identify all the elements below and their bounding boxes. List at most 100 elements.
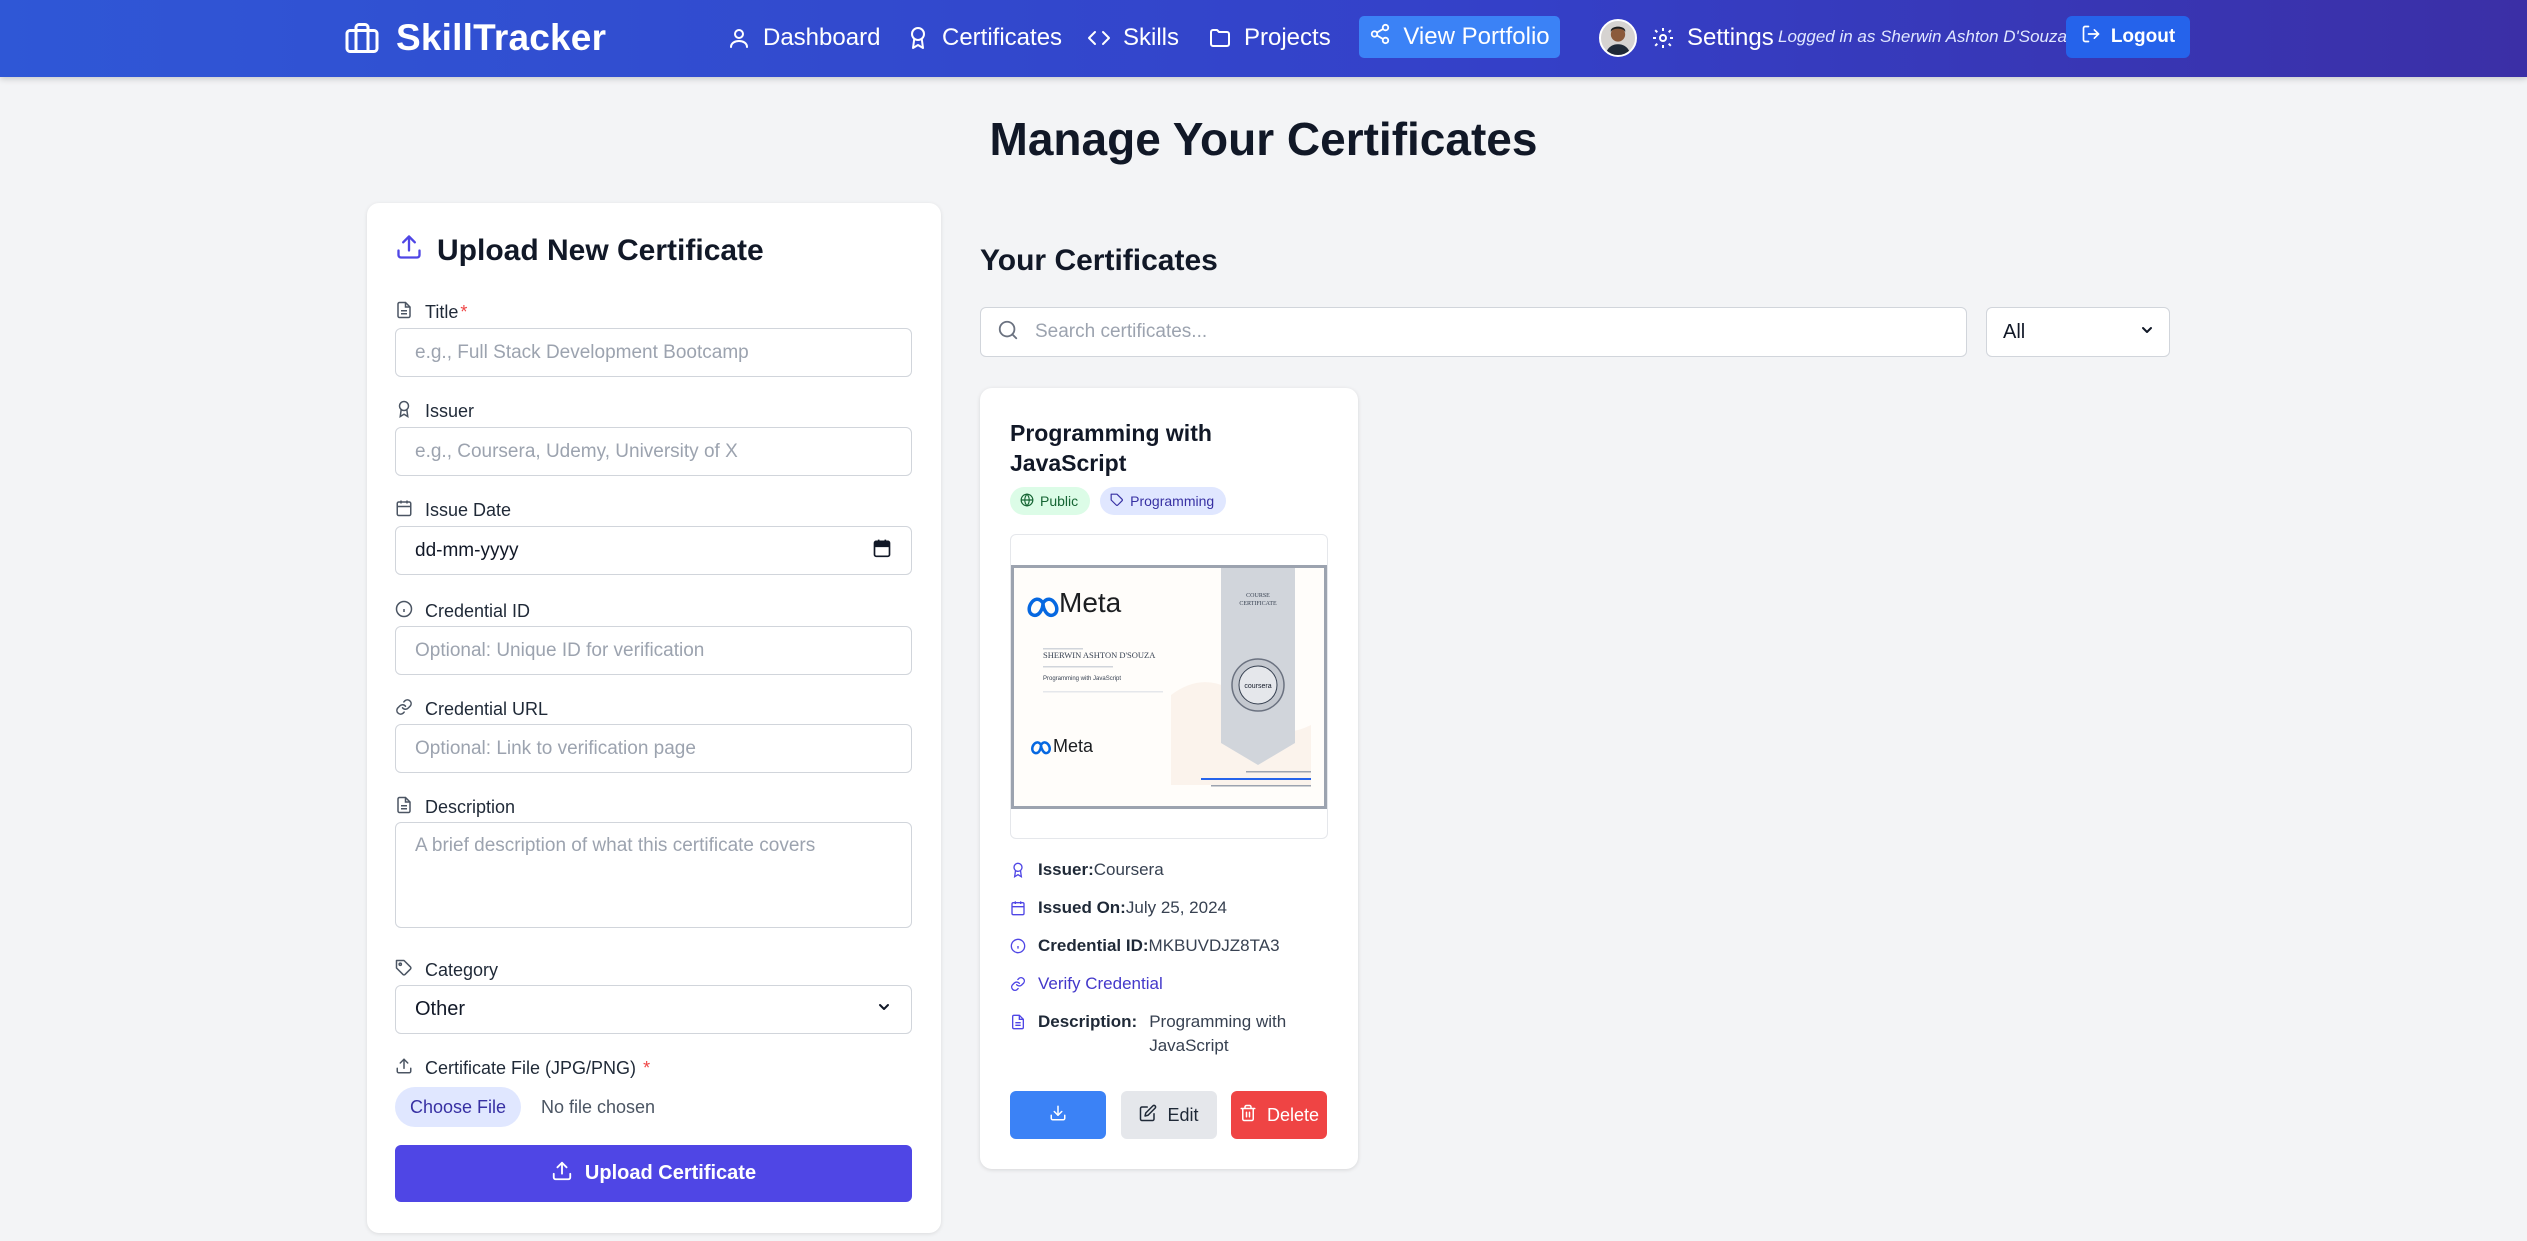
credential-url-label: Credential URL	[395, 698, 548, 721]
nav-dashboard[interactable]: Dashboard	[727, 20, 880, 56]
calendar-icon	[1010, 896, 1026, 923]
gear-icon	[1651, 26, 1675, 50]
certificate-image: COURSE CERTIFICATE coursera Meta SHERWIN…	[1011, 564, 1327, 809]
nav-dashboard-label: Dashboard	[763, 24, 881, 51]
nav-skills[interactable]: Skills	[1087, 20, 1179, 56]
description-value: Programming with JavaScript	[1149, 1012, 1287, 1055]
visibility-filter-select[interactable]: All	[1986, 307, 2170, 357]
category-label: Category	[395, 959, 498, 982]
issue-date-label: Issue Date	[395, 499, 511, 522]
search-icon	[997, 319, 1019, 346]
title-input[interactable]	[395, 328, 912, 377]
logged-in-user: Logged in as Sherwin Ashton D'Souza	[1778, 27, 2067, 46]
issue-date-input[interactable]: dd-mm-yyyy	[395, 526, 912, 575]
certificate-file-label: Certificate File (JPG/PNG) *	[395, 1057, 650, 1080]
issuer-input[interactable]	[395, 427, 912, 476]
page-title: Manage Your Certificates	[989, 113, 1538, 165]
file-text-icon	[395, 301, 413, 324]
verify-credential-link[interactable]: Verify Credential	[1010, 972, 1163, 999]
info-icon	[395, 600, 413, 623]
upload-icon	[395, 233, 423, 269]
view-portfolio-button[interactable]: View Portfolio	[1359, 16, 1560, 58]
avatar[interactable]	[1599, 19, 1637, 57]
credential-id-value: MKBUVDJZ8TA3	[1148, 936, 1280, 955]
briefcase-icon	[344, 20, 380, 56]
credential-id-label: Credential ID	[395, 600, 530, 623]
upload-icon	[395, 1057, 413, 1080]
cert-badge-line2: CERTIFICATE	[1239, 601, 1277, 607]
logout-label: Logout	[2110, 26, 2176, 47]
nav-skills-label: Skills	[1123, 24, 1180, 51]
cert-meta-logo: Meta	[1059, 587, 1122, 618]
certificate-title: Programming with JavaScript	[1010, 420, 1212, 476]
award-icon	[906, 26, 930, 50]
search-input[interactable]	[1035, 321, 1935, 343]
category-select[interactable]: Other	[395, 985, 912, 1034]
certificate-search[interactable]	[980, 307, 1967, 357]
chevron-down-icon	[2139, 321, 2155, 344]
description-textarea[interactable]	[395, 822, 912, 928]
cert-recipient: SHERWIN ASHTON D'SOUZA	[1043, 650, 1156, 660]
cert-course: Programming with JavaScript	[1043, 676, 1121, 682]
nav-projects-label: Projects	[1244, 24, 1331, 51]
choose-file-button[interactable]: Choose File	[395, 1087, 521, 1127]
folder-icon	[1208, 26, 1232, 50]
file-text-icon	[395, 796, 413, 819]
filter-select-value: All	[2003, 320, 2026, 343]
view-portfolio-label: View Portfolio	[1403, 23, 1550, 50]
title-label: Title *	[395, 301, 467, 324]
upload-form-heading: Upload New Certificate	[395, 233, 764, 269]
edit-button[interactable]: Edit	[1121, 1091, 1217, 1139]
brand[interactable]: SkillTracker	[344, 14, 606, 62]
credential-id-row: Credential ID:MKBUVDJZ8TA3	[1010, 934, 1280, 961]
issuer-label: Issuer	[395, 400, 474, 423]
nav-projects[interactable]: Projects	[1208, 20, 1331, 56]
category-select-value: Other	[415, 998, 466, 1020]
issuer-row: Issuer:Coursera	[1010, 858, 1164, 885]
logout-button[interactable]: Logout	[2066, 16, 2190, 58]
upload-icon	[551, 1160, 573, 1188]
nav-certificates-label: Certificates	[942, 24, 1063, 51]
code-icon	[1087, 26, 1111, 50]
top-navbar: SkillTracker Dashboard Certificates Skil…	[0, 0, 2527, 77]
nav-certificates[interactable]: Certificates	[906, 20, 1062, 56]
credential-id-input[interactable]	[395, 626, 912, 675]
edit-label: Edit	[1167, 1104, 1199, 1125]
user-icon	[727, 26, 751, 50]
tag-icon	[395, 959, 413, 982]
cert-badge-line1: COURSE	[1246, 593, 1270, 599]
your-certificates-heading: Your Certificates	[980, 244, 1218, 277]
avatar-image	[1601, 21, 1635, 55]
link-icon	[395, 698, 413, 721]
upload-form-title: Upload New Certificate	[437, 234, 764, 267]
issue-date-value: dd-mm-yyyy	[415, 539, 519, 561]
file-text-icon	[1010, 1010, 1026, 1037]
cert-seal-text: coursera	[1244, 683, 1271, 690]
file-input: Choose File No file chosen	[395, 1087, 655, 1127]
link-icon	[1010, 972, 1026, 999]
tag-icon	[1110, 493, 1124, 510]
description-label: Description	[395, 796, 515, 819]
calendar-picker-icon[interactable]	[872, 538, 892, 564]
upload-form-card: Upload New Certificate Title* Issuer Iss…	[367, 203, 941, 1233]
delete-button[interactable]: Delete	[1231, 1091, 1327, 1139]
edit-icon	[1139, 1104, 1157, 1127]
download-button[interactable]	[1010, 1091, 1106, 1139]
award-icon	[395, 400, 413, 423]
brand-name: SkillTracker	[396, 17, 607, 58]
no-file-text: No file chosen	[541, 1096, 656, 1117]
share-icon	[1369, 23, 1391, 52]
chevron-down-icon	[876, 998, 892, 1021]
logout-icon	[2081, 24, 2101, 50]
nav-settings[interactable]: Settings	[1651, 20, 1774, 56]
award-icon	[1010, 858, 1026, 885]
description-row: Description: Programming with JavaScript	[1010, 1010, 1330, 1058]
issued-on-value: July 25, 2024	[1125, 898, 1227, 917]
upload-certificate-button[interactable]: Upload Certificate	[395, 1145, 912, 1202]
nav-settings-label: Settings	[1687, 24, 1774, 51]
cert-meta-logo-footer: Meta	[1053, 736, 1094, 756]
certificate-image-frame[interactable]: COURSE CERTIFICATE coursera Meta SHERWIN…	[1010, 534, 1328, 839]
credential-url-input[interactable]	[395, 724, 912, 773]
globe-icon	[1020, 492, 1034, 510]
calendar-icon	[395, 499, 413, 522]
